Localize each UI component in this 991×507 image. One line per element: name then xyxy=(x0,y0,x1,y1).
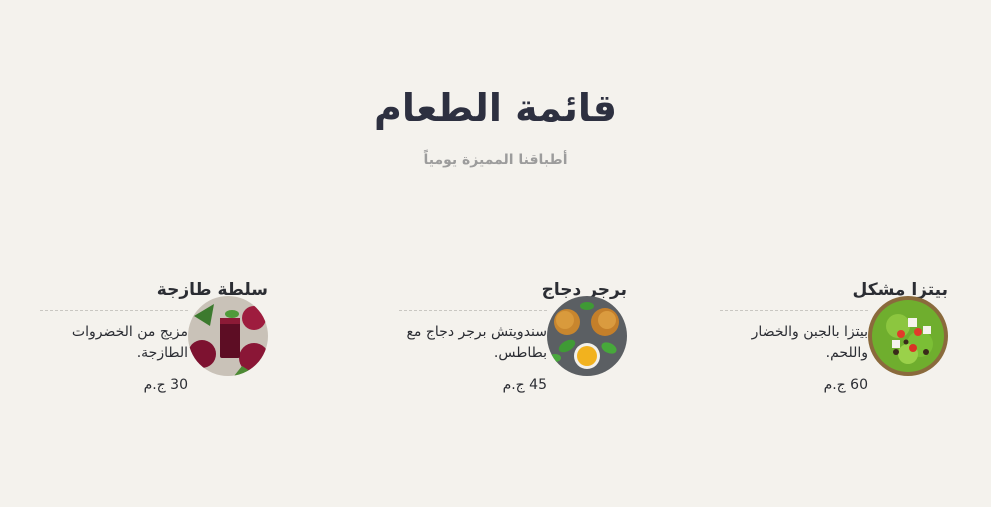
page-subtitle: أطباقنا المميزة يومياً xyxy=(423,152,568,168)
beet-juice-image xyxy=(188,296,268,376)
item-description: مزيج من الخضروات الطازجة. xyxy=(71,324,188,361)
item-divider xyxy=(399,310,547,311)
item-price: 60 ج.م xyxy=(823,377,868,393)
menu-item-fresh-salad[interactable]: سلطة طازجة مزيج من الخضروات الطازجة. 30 … xyxy=(40,276,268,406)
menu-page: قائمة الطعام أطباقنا المميزة يومياً بيتز… xyxy=(0,0,991,507)
item-divider xyxy=(40,310,188,311)
item-description: بيتزا بالجبن والخضار واللحم. xyxy=(751,324,868,361)
item-price: 45 ج.م xyxy=(502,377,547,393)
item-divider xyxy=(720,310,868,311)
item-description: سندويتش برجر دجاج مع بطاطس. xyxy=(406,324,547,361)
page-title: قائمة الطعام xyxy=(373,86,618,130)
menu-item-chicken-burger[interactable]: برجر دجاج سندويتش برجر دجاج مع بطاطس. 45… xyxy=(399,276,627,406)
salad-bowl-image xyxy=(868,296,948,376)
item-price: 30 ج.م xyxy=(143,377,188,393)
fried-chicken-image xyxy=(547,296,627,376)
menu-item-pizza[interactable]: بيتزا مشكل بيتزا بالجبن والخضار واللحم. xyxy=(720,276,948,406)
